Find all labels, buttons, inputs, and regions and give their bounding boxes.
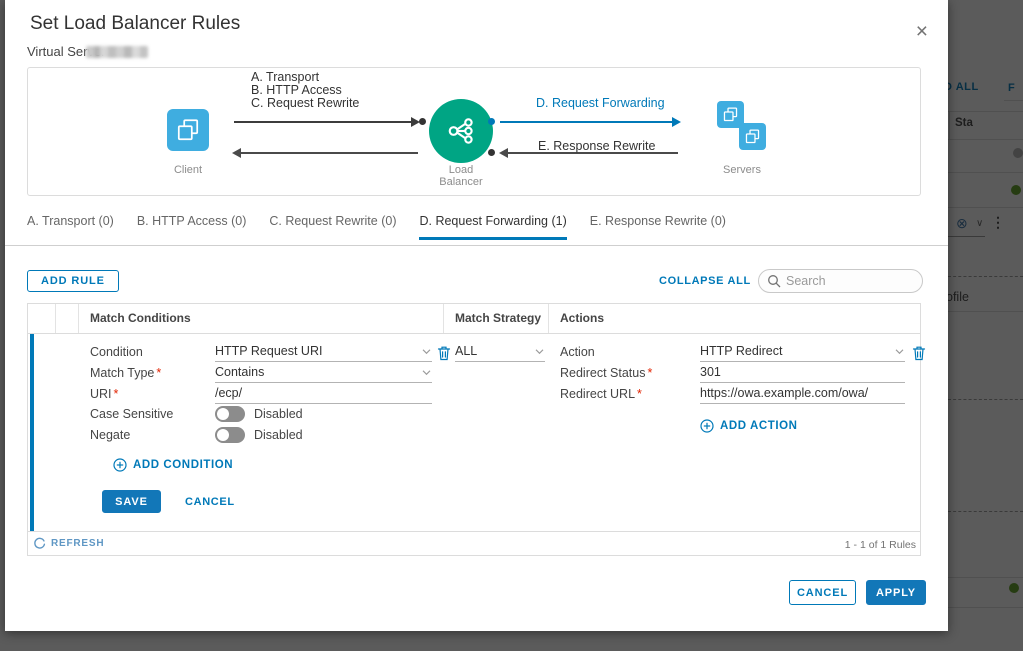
match-type-label: Match Type* xyxy=(90,366,161,380)
plus-circle-icon xyxy=(113,458,127,472)
cancel-rule-button[interactable]: CANCEL xyxy=(185,496,235,508)
required-marker: * xyxy=(156,366,161,380)
dialog-apply-button[interactable]: APPLY xyxy=(866,580,926,605)
required-marker: * xyxy=(647,366,652,380)
server-icon xyxy=(739,123,766,150)
search-box xyxy=(758,269,923,293)
required-marker: * xyxy=(114,387,119,401)
grid-item-count: 1 - 1 of 1 Rules xyxy=(845,539,916,551)
case-sensitive-label: Case Sensitive xyxy=(90,407,173,421)
chevron-down-icon xyxy=(421,348,432,355)
tab-transport[interactable]: A. Transport (0) xyxy=(27,214,114,240)
chevron-down-icon xyxy=(421,369,432,376)
load-balancer-icon xyxy=(429,99,493,163)
collapse-all-button[interactable]: COLLAPSE ALL xyxy=(659,275,751,287)
load-balancer-label: Load Balancer xyxy=(426,164,496,188)
chevron-down-icon xyxy=(534,348,545,355)
client-label: Client xyxy=(158,164,218,176)
tab-request-rewrite[interactable]: C. Request Rewrite (0) xyxy=(269,214,396,240)
required-marker: * xyxy=(637,387,642,401)
uri-label: URI* xyxy=(90,387,118,401)
tab-response-rewrite[interactable]: E. Response Rewrite (0) xyxy=(590,214,726,240)
refresh-button[interactable]: REFRESH xyxy=(33,537,104,550)
refresh-icon xyxy=(33,537,46,550)
client-response-arrow xyxy=(241,152,418,154)
save-button[interactable]: SAVE xyxy=(102,490,161,513)
add-action-button[interactable]: ADD ACTION xyxy=(700,419,798,433)
plus-circle-icon xyxy=(700,419,714,433)
grid-header-divider xyxy=(28,333,920,334)
servers-label: Servers xyxy=(712,164,772,176)
forwarding-label: D. Request Forwarding xyxy=(536,96,665,110)
column-header-match-strategy: Match Strategy xyxy=(455,311,541,325)
client-icon xyxy=(167,109,209,151)
case-sensitive-state: Disabled xyxy=(254,407,303,421)
forwarding-arrowhead xyxy=(672,117,681,127)
grid-col-sep xyxy=(55,304,56,333)
forwarding-dot xyxy=(488,118,495,125)
condition-select[interactable]: HTTP Request URI xyxy=(215,341,432,362)
dialog-cancel-button[interactable]: CANCEL xyxy=(789,580,856,605)
chevron-down-icon xyxy=(894,348,905,355)
virtual-server-value-redacted xyxy=(86,46,148,58)
delete-action-trash-icon[interactable] xyxy=(912,345,926,361)
condition-label: Condition xyxy=(90,345,143,359)
redirect-status-input[interactable] xyxy=(700,362,905,383)
search-icon xyxy=(767,274,781,288)
set-load-balancer-rules-dialog: Set Load Balancer Rules × Virtual Server… xyxy=(5,0,948,631)
request-phase-labels: A. Transport B. HTTP Access C. Request R… xyxy=(251,71,359,110)
uri-input[interactable] xyxy=(215,383,432,404)
match-strategy-select[interactable]: ALL xyxy=(455,341,545,362)
redirect-url-input[interactable] xyxy=(700,383,905,404)
close-icon[interactable]: × xyxy=(916,21,928,42)
screen: D ALL F Sta ⊗ ∨ ⋮ ofile Set Load Balance… xyxy=(0,0,1023,651)
toggle-knob xyxy=(217,408,229,420)
grid-col-sep xyxy=(443,304,444,333)
delete-condition-trash-icon[interactable] xyxy=(437,345,451,361)
client-request-arrow xyxy=(234,121,411,123)
negate-state: Disabled xyxy=(254,428,303,442)
column-header-match-conditions: Match Conditions xyxy=(90,311,191,325)
redirect-url-label: Redirect URL* xyxy=(560,387,642,401)
expanded-row-indicator xyxy=(30,334,34,531)
phase-c-label: C. Request Rewrite xyxy=(251,97,359,110)
case-sensitive-toggle[interactable] xyxy=(215,406,245,422)
add-condition-button[interactable]: ADD CONDITION xyxy=(113,458,233,472)
response-label: E. Response Rewrite xyxy=(538,139,655,153)
column-header-actions: Actions xyxy=(560,311,604,325)
action-label: Action xyxy=(560,345,595,359)
tab-request-forwarding[interactable]: D. Request Forwarding (1) xyxy=(419,214,566,240)
action-select[interactable]: HTTP Redirect xyxy=(700,341,905,362)
client-response-arrowhead xyxy=(232,148,241,158)
toggle-knob xyxy=(217,429,229,441)
grid-col-sep xyxy=(548,304,549,333)
grid-row-divider xyxy=(28,531,920,532)
negate-label: Negate xyxy=(90,428,130,442)
rule-phase-diagram: Client A. Transport B. HTTP Access C. Re… xyxy=(27,67,921,196)
match-type-select[interactable]: Contains xyxy=(215,362,432,383)
tabs-divider xyxy=(5,245,948,246)
search-input[interactable] xyxy=(786,274,906,288)
tab-http-access[interactable]: B. HTTP Access (0) xyxy=(137,214,247,240)
dialog-title: Set Load Balancer Rules xyxy=(30,13,240,35)
grid-col-sep xyxy=(78,304,79,333)
add-rule-button[interactable]: ADD RULE xyxy=(27,270,119,292)
response-arrowhead xyxy=(499,148,508,158)
phase-tabs: A. Transport (0) B. HTTP Access (0) C. R… xyxy=(27,214,726,240)
negate-toggle[interactable] xyxy=(215,427,245,443)
response-dot xyxy=(488,149,495,156)
forwarding-arrow xyxy=(500,121,672,123)
redirect-status-label: Redirect Status* xyxy=(560,366,652,380)
ingress-dot xyxy=(419,118,426,125)
